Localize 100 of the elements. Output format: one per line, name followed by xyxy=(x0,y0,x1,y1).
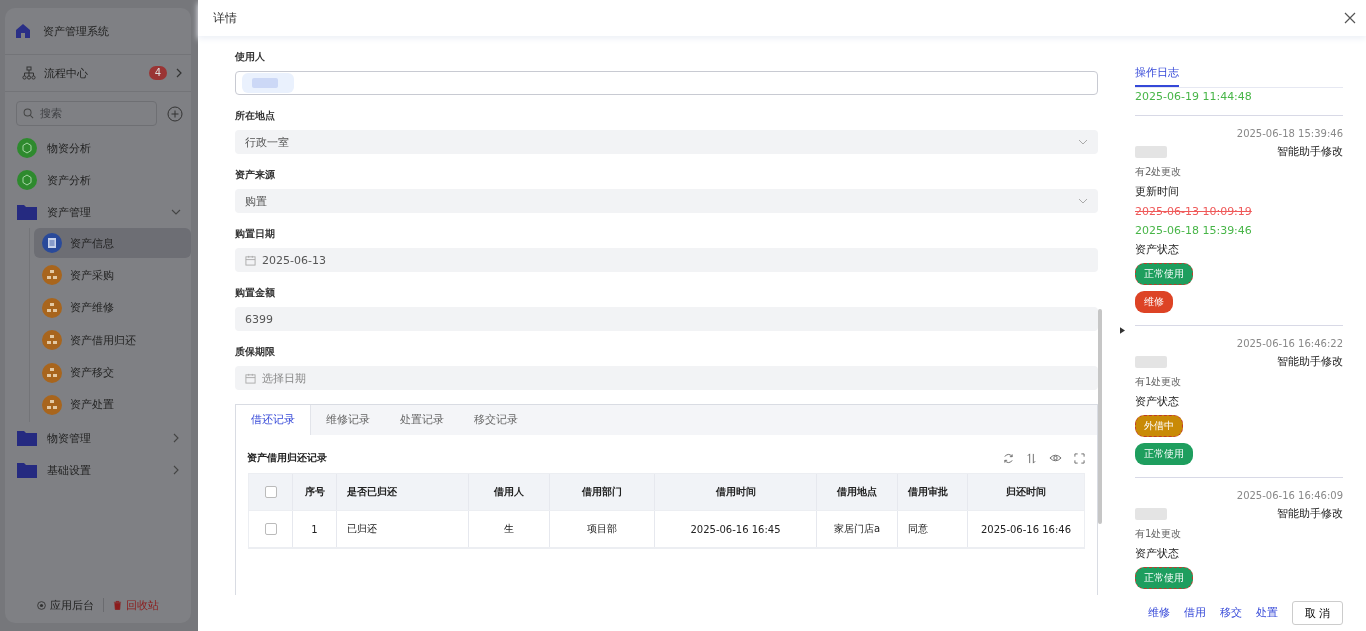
log-time: 2025-06-16 16:46:22 xyxy=(1236,337,1343,349)
date-field[interactable]: 选择日期 xyxy=(235,366,1098,390)
menu-item[interactable]: 物资管理 xyxy=(5,422,191,455)
refresh-icon[interactable] xyxy=(1003,452,1014,464)
change-count: 有1处更改 xyxy=(1135,375,1182,389)
menu-item[interactable]: 物资分析 xyxy=(5,132,191,164)
status-tag: 正常使用 xyxy=(1135,443,1193,465)
sitemap-icon xyxy=(42,394,62,415)
column-header: 借用人 xyxy=(469,474,550,510)
table-cell: 1 xyxy=(293,511,337,547)
field-label: 购置日期 xyxy=(235,227,276,241)
menu-item[interactable]: 资产维修 xyxy=(34,292,191,323)
menu-item[interactable]: 基础设置 xyxy=(5,454,191,487)
workflow-center[interactable]: 流程中心 4 xyxy=(5,55,191,92)
table-cell: 同意 xyxy=(898,511,968,547)
change-count: 有1处更改 xyxy=(1135,527,1182,541)
menu-item[interactable]: 资产信息 xyxy=(34,228,191,258)
table-cell: 已归还 xyxy=(337,511,469,547)
tab[interactable]: 操作日志 xyxy=(1135,65,1179,87)
expand-arrow-icon[interactable] xyxy=(1120,327,1125,334)
field-label: 购置金额 xyxy=(235,286,276,300)
scrollbar[interactable] xyxy=(1098,309,1102,524)
field-label: 资产来源 xyxy=(235,168,276,182)
select-field[interactable]: 购置 xyxy=(235,189,1098,213)
settings-icon xyxy=(37,600,46,610)
table-cell: 家居门店a xyxy=(817,511,898,547)
log-action: 智能助手修改 xyxy=(1277,355,1343,369)
change-count: 有2处更改 xyxy=(1135,165,1182,179)
checkbox[interactable] xyxy=(264,486,277,498)
column-header: 借用部门 xyxy=(550,474,655,510)
log-action: 智能助手修改 xyxy=(1277,145,1343,159)
column-height-icon[interactable] xyxy=(1026,452,1037,464)
select-field[interactable]: 行政一室 xyxy=(235,130,1098,154)
action-link[interactable]: 借用 xyxy=(1183,606,1206,620)
folder-icon xyxy=(17,430,37,447)
menu-item[interactable]: 资产分析 xyxy=(5,164,191,196)
table-cell: 2025-06-16 16:45 xyxy=(655,511,817,547)
log-time: 2025-06-18 15:39:46 xyxy=(1236,127,1343,139)
action-link[interactable]: 维修 xyxy=(1147,606,1170,620)
home-icon xyxy=(15,23,31,39)
table-cell-text: 2025-06-16 16:46 xyxy=(979,522,1073,537)
hierarchy-icon xyxy=(22,66,36,80)
chevron-down-icon xyxy=(171,207,181,217)
chevron-down-icon xyxy=(1078,196,1088,206)
sitemap-icon xyxy=(42,297,62,318)
table-cell: 生 xyxy=(469,511,550,547)
number-field[interactable]: 6399 xyxy=(235,307,1098,331)
chevron-right-icon xyxy=(171,433,181,444)
column-header: 借用审批 xyxy=(898,474,968,510)
menu-item[interactable]: 资产处置 xyxy=(34,389,191,420)
action-link[interactable]: 移交 xyxy=(1219,606,1242,620)
calendar-icon xyxy=(245,254,256,266)
user-select-field[interactable] xyxy=(235,71,1098,95)
chart-icon xyxy=(17,170,37,190)
sitemap-icon xyxy=(42,330,62,351)
sitemap-icon xyxy=(42,362,62,383)
old-value: 2025-06-13 10:09:19 xyxy=(1135,205,1252,218)
changed-field: 更新时间 xyxy=(1135,185,1179,199)
action-link[interactable]: 处置 xyxy=(1255,606,1278,620)
chevron-right-icon xyxy=(171,465,181,476)
new-value: 2025-06-18 15:39:46 xyxy=(1135,224,1252,237)
search-icon xyxy=(23,108,34,119)
field-label: 所在地点 xyxy=(235,109,276,123)
column-header: 借用地点 xyxy=(817,474,898,510)
status-tag: 正常使用 xyxy=(1135,567,1193,589)
tab[interactable]: 处置记录 xyxy=(385,405,459,435)
add-icon[interactable] xyxy=(167,105,183,122)
changed-field: 资产状态 xyxy=(1135,395,1179,409)
fullscreen-icon[interactable] xyxy=(1074,452,1085,464)
changed-field: 资产状态 xyxy=(1135,547,1179,561)
status-tag: 外借中 xyxy=(1135,415,1183,437)
field-label: 质保期限 xyxy=(235,345,276,359)
column-header: 归还时间 xyxy=(1005,485,1047,499)
checkbox[interactable] xyxy=(264,523,277,535)
eye-icon[interactable] xyxy=(1049,453,1062,463)
folder-icon xyxy=(17,462,37,479)
tab[interactable]: 借还记录 xyxy=(236,405,311,435)
search-field[interactable]: 搜索 xyxy=(16,101,157,126)
menu-item[interactable]: 资产借用归还 xyxy=(34,325,191,356)
calendar-icon xyxy=(245,372,256,384)
column-header: 是否已归还 xyxy=(337,474,469,510)
chevron-right-icon xyxy=(175,68,183,78)
date-field[interactable]: 2025-06-13 xyxy=(235,248,1098,272)
app-title: 资产管理系统 xyxy=(43,23,109,39)
menu-item[interactable]: 资产管理 xyxy=(5,196,191,228)
tab[interactable]: 维修记录 xyxy=(311,405,385,435)
sitemap-icon xyxy=(42,265,62,286)
menu-item[interactable]: 资产采购 xyxy=(34,260,191,291)
field-label: 使用人 xyxy=(235,50,266,64)
menu-item[interactable]: 资产移交 xyxy=(34,357,191,388)
status-tag: 正常使用 xyxy=(1135,263,1193,285)
tab[interactable]: 移交记录 xyxy=(459,405,533,435)
chevron-down-icon xyxy=(1078,137,1088,147)
chart-icon xyxy=(17,138,37,158)
admin-link[interactable]: 应用后台 xyxy=(37,597,94,613)
cancel-button[interactable]: 取 消 xyxy=(1291,601,1343,625)
close-icon[interactable] xyxy=(1344,12,1356,24)
column-header: 序号 xyxy=(293,474,337,510)
table-cell: 项目部 xyxy=(550,511,655,547)
log-action: 智能助手修改 xyxy=(1277,507,1343,521)
